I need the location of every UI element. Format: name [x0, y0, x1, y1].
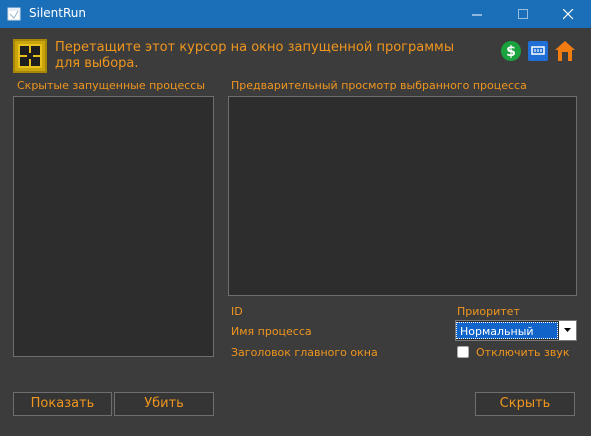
- priority-select[interactable]: Нормальный: [455, 320, 577, 341]
- title-bar[interactable]: SilentRun: [0, 0, 591, 28]
- window-title: SilentRun: [29, 6, 86, 20]
- svg-text:$: $: [506, 44, 516, 60]
- preview-label: Предварительный просмотр выбранного проц…: [231, 79, 527, 92]
- hidden-processes-label: Скрытые запущенные процессы: [17, 79, 206, 92]
- show-button[interactable]: Показать: [13, 392, 112, 416]
- mute-checkbox[interactable]: [457, 346, 469, 358]
- crosshair-icon[interactable]: [13, 39, 47, 73]
- priority-label: Приоритет: [457, 305, 520, 318]
- hidden-processes-list[interactable]: [13, 96, 214, 357]
- priority-selected-value: Нормальный: [456, 322, 558, 339]
- home-icon[interactable]: [554, 40, 576, 62]
- blog-icon[interactable]: [527, 40, 549, 62]
- process-name-label: Имя процесса: [231, 325, 312, 338]
- app-icon: [7, 6, 21, 21]
- close-button[interactable]: [546, 0, 591, 28]
- chevron-down-icon[interactable]: [559, 321, 576, 340]
- drag-instruction: Перетащите этот курсор на окно запущенно…: [55, 40, 455, 71]
- kill-button[interactable]: Убить: [114, 392, 214, 416]
- mute-label[interactable]: Отключить звук: [476, 346, 570, 359]
- window-caption-label: Заголовок главного окна: [231, 346, 378, 359]
- maximize-button[interactable]: [501, 0, 546, 28]
- minimize-button[interactable]: [455, 0, 500, 28]
- id-label: ID: [231, 305, 243, 318]
- hide-button[interactable]: Скрыть: [475, 392, 575, 416]
- dollar-icon[interactable]: $: [500, 40, 522, 62]
- process-preview-pane: [228, 96, 577, 296]
